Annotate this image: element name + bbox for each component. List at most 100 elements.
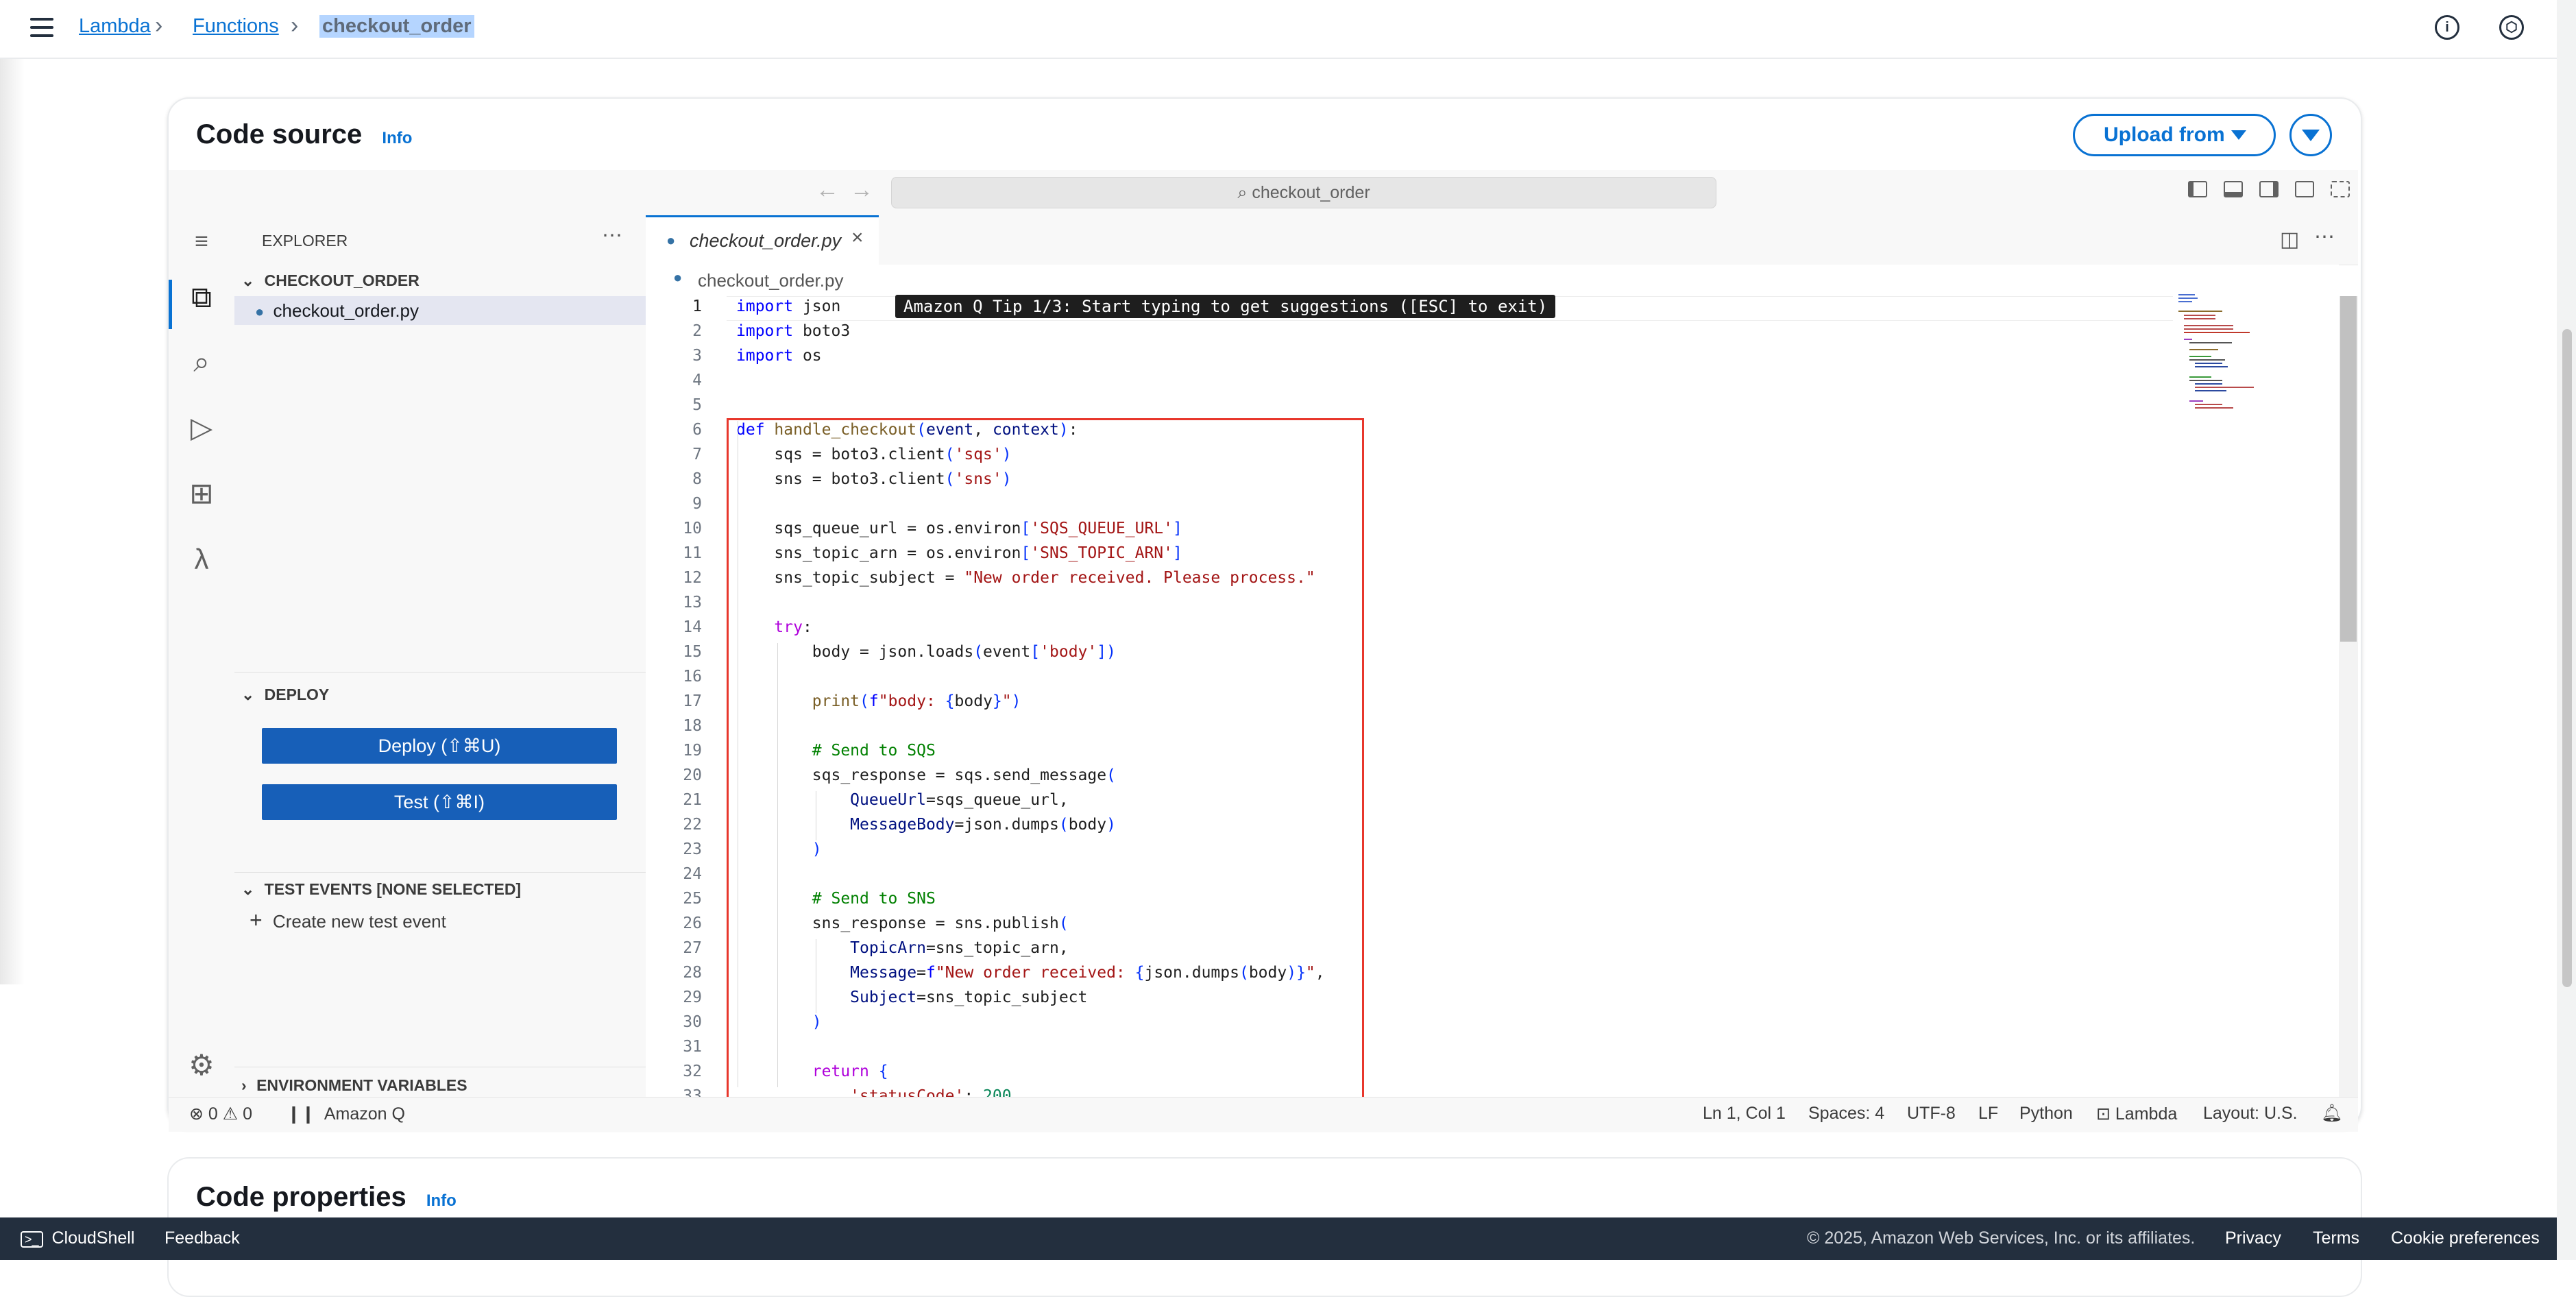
line-number: 20 xyxy=(683,766,702,784)
upload-from-button[interactable]: Upload from xyxy=(2073,114,2276,156)
language-mode[interactable]: Python xyxy=(2019,1104,2073,1124)
line-number: 28 xyxy=(683,964,702,982)
actions-dropdown-button[interactable] xyxy=(2289,114,2332,156)
line-number: 11 xyxy=(683,544,702,562)
test-events-section-header[interactable]: ⌄ TEST EVENTS [NONE SELECTED] xyxy=(241,880,521,899)
line-number: 24 xyxy=(683,865,702,883)
line-number: 22 xyxy=(683,816,702,834)
warning-count: 0 xyxy=(243,1104,253,1124)
toggle-secondary-sidebar-icon[interactable] xyxy=(2259,181,2279,197)
files-icon[interactable]: ⧉ xyxy=(185,281,218,314)
cookie-preferences-link[interactable]: Cookie preferences xyxy=(2391,1228,2540,1248)
run-debug-icon[interactable]: ▷ xyxy=(185,411,218,444)
editor-tab-bar xyxy=(646,215,2358,265)
search-icon[interactable]: ⌕ xyxy=(185,346,218,378)
cloudshell-label: CloudShell xyxy=(51,1228,135,1248)
close-icon[interactable]: × xyxy=(851,226,864,250)
forward-arrow-icon[interactable]: → xyxy=(850,177,873,204)
breadcrumb-current: checkout_order xyxy=(319,15,474,38)
explorer-sidebar xyxy=(234,215,646,1097)
line-number: 12 xyxy=(683,569,702,587)
bell-icon[interactable]: 🔔︎ xyxy=(2321,1104,2343,1124)
amazon-q-label: Amazon Q xyxy=(324,1104,405,1124)
file-item-checkout-order[interactable]: ● checkout_order.py xyxy=(255,300,419,322)
command-search-box[interactable]: ⌕ checkout_order xyxy=(891,177,1716,208)
line-number: 16 xyxy=(683,668,702,686)
code-properties-title: Code properties Info xyxy=(196,1182,457,1213)
editor-breadcrumb[interactable]: ● xyxy=(673,269,682,287)
info-link[interactable]: Info xyxy=(426,1191,457,1210)
python-file-icon: ● xyxy=(255,303,265,320)
split-editor-icon[interactable]: ◫ xyxy=(2280,228,2299,252)
more-icon[interactable]: ⋯ xyxy=(602,223,622,247)
info-link[interactable]: Info xyxy=(382,129,412,147)
warning-icon: ⚠ xyxy=(222,1104,239,1124)
problems-status[interactable]: ⊗ 0 ⚠ 0 xyxy=(189,1104,252,1124)
cursor-position[interactable]: Ln 1, Col 1 xyxy=(1703,1104,1786,1124)
folder-checkout-order[interactable]: ⌄ CHECKOUT_ORDER xyxy=(241,271,420,290)
fullscreen-icon[interactable] xyxy=(2331,181,2350,197)
deploy-section-label: DEPLOY xyxy=(264,686,330,703)
test-events-label: TEST EVENTS [NONE SELECTED] xyxy=(264,880,522,898)
lambda-icon[interactable]: λ xyxy=(185,543,218,576)
pause-icon: ❙❙ xyxy=(287,1104,315,1124)
search-icon: ⌕ xyxy=(1237,183,1248,202)
env-vars-section-header[interactable]: › ENVIRONMENT VARIABLES xyxy=(241,1076,467,1095)
page-scrollbar-thumb[interactable] xyxy=(2562,329,2572,987)
more-icon[interactable]: ⋯ xyxy=(2314,225,2335,249)
active-indicator xyxy=(169,280,172,329)
cloudshell-button[interactable]: >_ CloudShell xyxy=(21,1228,134,1248)
indentation[interactable]: Spaces: 4 xyxy=(1808,1104,1884,1124)
toggle-panel-icon[interactable] xyxy=(2224,181,2243,197)
line-number: 7 xyxy=(692,446,702,463)
python-file-icon: ● xyxy=(673,269,683,286)
folder-label: CHECKOUT_ORDER xyxy=(264,271,420,289)
feedback-link[interactable]: Feedback xyxy=(165,1228,240,1248)
deploy-section-header[interactable]: ⌄ DEPLOY xyxy=(241,686,329,704)
customize-layout-icon[interactable] xyxy=(2295,181,2314,197)
line-number: 14 xyxy=(683,618,702,636)
copyright-text: © 2025, Amazon Web Services, Inc. or its… xyxy=(1807,1228,2196,1248)
chevron-down-icon: ⌄ xyxy=(241,686,255,703)
line-number: 23 xyxy=(683,840,702,858)
chevron-right-icon: › xyxy=(155,12,163,38)
end-of-line[interactable]: LF xyxy=(1978,1104,1998,1124)
back-arrow-icon[interactable]: ← xyxy=(816,177,839,204)
line-number: 1 xyxy=(692,298,702,315)
file-label: checkout_order.py xyxy=(273,300,419,321)
code-line[interactable]: import boto3 xyxy=(736,322,850,340)
code-line[interactable]: import json xyxy=(736,298,840,315)
gear-icon[interactable]: ⚙ xyxy=(185,1049,218,1082)
keyboard-layout[interactable]: Layout: U.S. xyxy=(2203,1104,2298,1124)
lambda-status[interactable]: ⊡ Lambda xyxy=(2096,1104,2177,1124)
privacy-link[interactable]: Privacy xyxy=(2225,1228,2281,1248)
tab-label: checkout_order.py xyxy=(690,230,842,251)
test-button[interactable]: Test (⇧⌘I) xyxy=(262,784,617,820)
breadcrumb-lambda[interactable]: Lambda xyxy=(79,15,151,38)
cloudshell-icon: >_ xyxy=(21,1231,43,1248)
line-number: 26 xyxy=(683,914,702,932)
extensions-icon[interactable]: ⊞ xyxy=(185,477,218,510)
terms-link[interactable]: Terms xyxy=(2313,1228,2359,1248)
breadcrumb-functions[interactable]: Functions xyxy=(193,15,279,38)
code-line[interactable]: import os xyxy=(736,347,822,365)
editor-scrollbar-thumb[interactable] xyxy=(2340,296,2357,642)
editor-breadcrumb-file[interactable]: checkout_order.py xyxy=(698,270,843,291)
deploy-button[interactable]: Deploy (⇧⌘U) xyxy=(262,728,617,764)
editor-minimap[interactable] xyxy=(2174,291,2291,421)
info-icon[interactable]: i xyxy=(2435,15,2459,40)
chevron-down-icon: ⌄ xyxy=(241,271,255,289)
amazon-q-status[interactable]: ❙❙ Amazon Q xyxy=(287,1104,405,1124)
amazon-q-tip: Amazon Q Tip 1/3: Start typing to get su… xyxy=(895,295,1556,318)
menu-icon[interactable] xyxy=(30,18,53,38)
encoding[interactable]: UTF-8 xyxy=(1907,1104,1956,1124)
chevron-down-icon: ⌄ xyxy=(241,880,255,898)
settings-circle-icon[interactable]: ⬡ xyxy=(2499,15,2524,40)
toggle-primary-sidebar-icon[interactable] xyxy=(2188,181,2207,197)
menu-icon[interactable]: ≡ xyxy=(185,225,218,258)
line-number: 17 xyxy=(683,692,702,710)
line-number: 5 xyxy=(692,396,702,414)
chevron-right-icon: › xyxy=(241,1076,247,1094)
create-test-event[interactable]: + Create new test event xyxy=(250,908,446,933)
line-number: 6 xyxy=(692,421,702,439)
